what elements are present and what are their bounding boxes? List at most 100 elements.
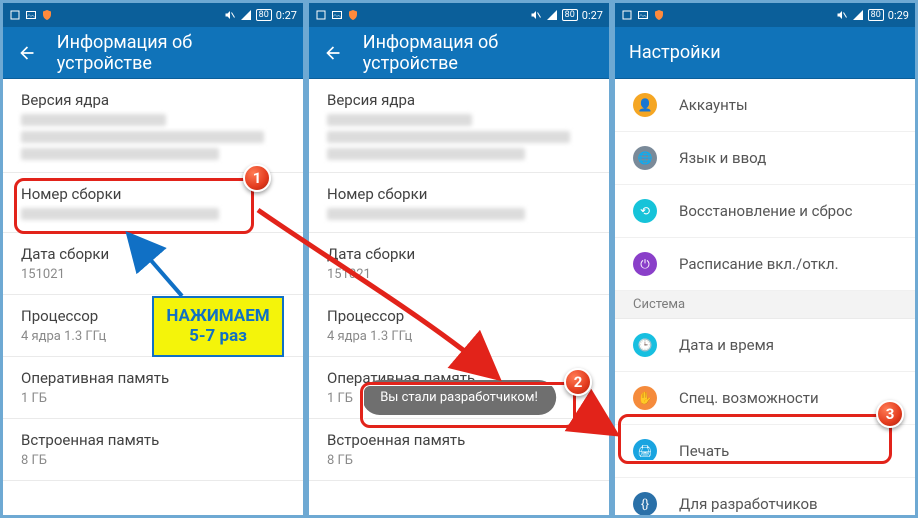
row-label: Спец. возможности [679,389,819,407]
row-language-input[interactable]: 🌐 Язык и ввод [615,132,915,185]
row-label: Оперативная память [21,369,285,387]
image-icon [637,9,649,21]
row-schedule-power[interactable]: ⏻ Расписание вкл./откл. [615,238,915,291]
app-bar: Информация об устройстве [309,27,609,79]
square-icon [9,9,21,21]
developer-toast: Вы стали разработчиком! [362,380,556,415]
battery-icon: 80 [868,9,884,21]
settings-list: 👤 Аккаунты 🌐 Язык и ввод ⟲ Восстановлени… [615,79,915,518]
signal-icon [852,9,864,21]
row-label: Дата сборки [21,245,285,263]
step-marker-3: 3 [876,400,904,428]
app-bar: Информация об устройстве [3,27,303,79]
image-icon [331,9,343,21]
blurred-value [21,148,219,160]
row-label: Язык и ввод [679,149,766,167]
app-bar: Настройки [615,27,915,79]
row-label: Версия ядра [327,91,591,109]
row-developer-options[interactable]: {} Для разработчиков [615,478,915,518]
person-icon: 👤 [633,93,657,117]
battery-icon: 80 [256,9,272,21]
row-label: Восстановление и сброс [679,202,852,220]
status-time: 0:29 [888,9,909,22]
globe-icon: 🌐 [633,146,657,170]
row-label: Для разработчиков [679,495,818,513]
step-marker-2: 2 [564,368,592,396]
row-internal-storage[interactable]: Встроенная память 8 ГБ [3,419,303,481]
row-value: 151021 [327,267,591,282]
mute-icon [530,9,542,21]
blurred-value [21,208,219,220]
row-value: 151021 [21,267,285,282]
back-arrow-icon[interactable] [323,43,343,63]
row-value: 8 ГБ [21,453,285,468]
row-value: 1 ГБ [21,391,285,406]
row-internal-storage[interactable]: Встроенная память 8 ГБ [309,419,609,481]
callout-line-1: НАЖИМАЕМ [164,306,272,326]
row-value: 4 ядра 1.3 ГГц [327,329,591,344]
callout-tap-instruction: НАЖИМАЕМ 5-7 раз [152,296,284,357]
blurred-value [327,148,525,160]
row-label: Расписание вкл./откл. [679,255,839,273]
braces-icon: {} [633,492,657,516]
status-time: 0:27 [582,9,603,22]
blurred-value [327,208,525,220]
row-build-number[interactable]: Номер сборки [309,173,609,233]
blurred-value [21,131,264,143]
row-backup-reset[interactable]: ⟲ Восстановление и сброс [615,185,915,238]
appbar-title: Настройки [629,42,721,63]
square-icon [315,9,327,21]
step-marker-1: 1 [243,164,271,192]
signal-icon [546,9,558,21]
hand-icon: ✋ [633,386,657,410]
row-label: Встроенная память [327,431,591,449]
row-accessibility[interactable]: ✋ Спец. возможности [615,372,915,425]
clock-icon: ⏻ [633,252,657,276]
row-kernel-version[interactable]: Версия ядра [309,79,609,173]
row-label: Печать [679,442,729,460]
signal-icon [240,9,252,21]
row-build-date[interactable]: Дата сборки 151021 [309,233,609,295]
settings-list: Версия ядра Номер сборки Дата сборки 151… [3,79,303,481]
square-icon [621,9,633,21]
callout-line-2: 5-7 раз [164,326,272,346]
row-label: Процессор [327,307,591,325]
appbar-title: Информация об устройстве [363,32,595,74]
mute-icon [836,9,848,21]
row-kernel-version[interactable]: Версия ядра [3,79,303,173]
status-bar: 80 0:27 [309,3,609,27]
phone-screenshot-3: 80 0:29 Настройки 👤 Аккаунты 🌐 Язык и вв… [612,0,918,518]
mute-icon [224,9,236,21]
printer-icon: 🖨 [633,439,657,463]
blurred-value [327,114,472,126]
row-label: Дата сборки [327,245,591,263]
battery-icon: 80 [562,9,578,21]
phone-screenshot-1: 80 0:27 Информация об устройстве Версия … [0,0,306,518]
row-label: Встроенная память [21,431,285,449]
shield-icon [347,9,359,21]
row-label: Номер сборки [21,185,285,203]
back-arrow-icon[interactable] [17,43,37,63]
blurred-value [327,131,570,143]
status-time: 0:27 [276,9,297,22]
section-system: Система [615,291,915,319]
row-build-date[interactable]: Дата сборки 151021 [3,233,303,295]
shield-icon [41,9,53,21]
row-ram[interactable]: Оперативная память 1 ГБ [3,357,303,419]
status-bar: 80 0:27 [3,3,303,27]
row-label: Номер сборки [327,185,591,203]
row-accounts[interactable]: 👤 Аккаунты [615,79,915,132]
row-processor[interactable]: Процессор 4 ядра 1.3 ГГц [309,295,609,357]
image-icon [25,9,37,21]
settings-list: Версия ядра Номер сборки Дата сборки 151… [309,79,609,481]
appbar-title: Информация об устройстве [57,32,289,74]
shield-icon [653,9,665,21]
row-label: Аккаунты [679,96,748,114]
row-label: Дата и время [679,336,774,354]
blurred-value [21,114,166,126]
row-date-time[interactable]: 🕒 Дата и время [615,319,915,372]
phone-screenshot-2: 80 0:27 Информация об устройстве Версия … [306,0,612,518]
row-print[interactable]: 🖨 Печать [615,425,915,478]
clock-icon: 🕒 [633,333,657,357]
row-label: Версия ядра [21,91,285,109]
